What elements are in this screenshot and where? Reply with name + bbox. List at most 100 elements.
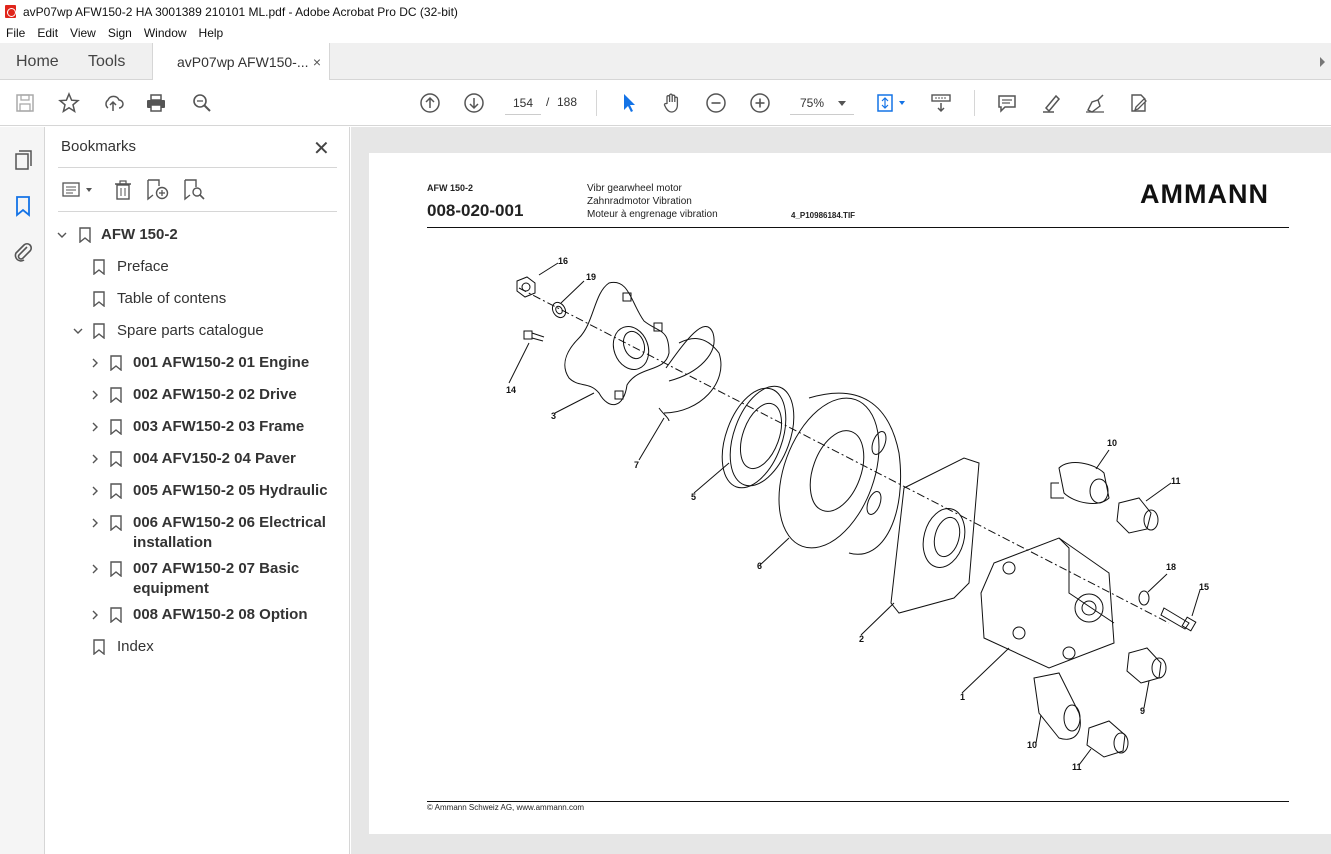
document-viewer[interactable]: AFW 150-2 008-020-001 Vibr gearwheel mot… [351, 127, 1331, 854]
callout-1: 1 [960, 692, 965, 702]
sign-icon[interactable] [1083, 91, 1107, 115]
edit-pdf-icon[interactable] [1126, 91, 1150, 115]
chevron-right-icon[interactable] [90, 486, 100, 496]
zoom-out-icon[interactable] [704, 91, 728, 115]
zoom-level-select[interactable]: 75% [790, 91, 854, 115]
bookmark-item-label: equipment [133, 580, 209, 597]
upload-icon[interactable] [101, 91, 125, 115]
bookmark-item-index[interactable]: Index [117, 637, 154, 657]
exploded-parts-drawing: 16 19 14 3 7 5 6 2 1 10 11 18 15 9 10 11 [506, 256, 1209, 772]
bookmark-flag-icon [110, 387, 122, 403]
menu-window[interactable]: Window [138, 26, 193, 40]
menu-file[interactable]: File [0, 26, 31, 40]
zoom-in-icon[interactable] [748, 91, 772, 115]
menu-sign[interactable]: Sign [102, 26, 138, 40]
menu-view[interactable]: View [64, 26, 102, 40]
bookmark-panel-icon[interactable] [11, 194, 35, 218]
bookmark-flag-icon [93, 323, 105, 339]
page-up-icon[interactable] [418, 91, 442, 115]
bookmark-item-spare-parts-catalogue[interactable]: Spare parts catalogue [117, 321, 264, 341]
chevron-down-icon[interactable] [57, 230, 67, 240]
save-icon[interactable] [13, 91, 37, 115]
bookmark-item-drive[interactable]: 002 AFW150-2 02 Drive [133, 385, 297, 405]
chevron-right-icon[interactable] [90, 518, 100, 528]
select-arrow-icon[interactable] [617, 91, 641, 115]
bookmark-item-afw150-2[interactable]: AFW 150-2 [101, 225, 178, 245]
bookmarks-title: Bookmarks [61, 138, 137, 155]
bookmark-item-label: 006 AFW150-2 06 Electrical [133, 514, 326, 531]
divider [58, 211, 337, 212]
bookmark-item-option[interactable]: 008 AFW150-2 08 Option [133, 605, 308, 625]
window-title: avP07wp AFW150-2 HA 3001389 210101 ML.pd… [23, 4, 458, 19]
tab-close-icon[interactable]: × [313, 54, 321, 70]
tab-bar: Home Tools avP07wp AFW150-... × [0, 43, 1331, 81]
bookmark-search-icon[interactable] [182, 177, 206, 203]
print-icon[interactable] [144, 91, 168, 115]
page-down-icon[interactable] [462, 91, 486, 115]
chevron-down-icon[interactable] [73, 326, 83, 336]
page-separator: / [546, 95, 550, 109]
delete-trash-icon[interactable] [112, 177, 134, 203]
tab-home[interactable]: Home [16, 43, 59, 80]
fit-page-icon[interactable] [874, 91, 910, 115]
bookmark-flag-icon [110, 483, 122, 499]
chevron-down-icon [838, 101, 846, 106]
tab-document[interactable]: avP07wp AFW150-... × [152, 43, 330, 81]
menu-bar: File Edit View Sign Window Help [0, 23, 1331, 43]
callout-11-top: 11 [1171, 476, 1181, 486]
chevron-right-icon[interactable] [90, 454, 100, 464]
acrobat-app-icon [5, 5, 16, 18]
chevron-right-icon[interactable] [90, 610, 100, 620]
attachment-paperclip-icon[interactable] [11, 240, 35, 264]
menu-edit[interactable]: Edit [31, 26, 64, 40]
bookmark-item-hydraulic[interactable]: 005 AFW150-2 05 Hydraulic [133, 481, 328, 501]
bookmark-flag-icon [110, 561, 122, 577]
current-page-input[interactable]: 154 [505, 91, 541, 115]
bookmark-item-engine[interactable]: 001 AFW150-2 01 Engine [133, 353, 309, 373]
bookmark-item-frame[interactable]: 003 AFW150-2 03 Frame [133, 417, 304, 437]
close-icon[interactable]: ✕ [313, 136, 330, 161]
bookmark-item-preface[interactable]: Preface [117, 257, 169, 277]
callout-6: 6 [757, 561, 762, 571]
bookmark-item-label: installation [133, 534, 213, 551]
hand-icon[interactable] [660, 91, 684, 115]
bookmark-item-basic-equipment[interactable]: 007 AFW150-2 07 Basic equipment [133, 559, 299, 599]
total-pages: 188 [557, 95, 578, 109]
chevron-right-icon[interactable] [90, 358, 100, 368]
menu-help[interactable]: Help [193, 26, 230, 40]
main-toolbar: 154 / 188 75% [0, 80, 1331, 126]
tab-scroll-right-icon[interactable] [1320, 57, 1325, 67]
chevron-right-icon[interactable] [90, 564, 100, 574]
tab-document-label: avP07wp AFW150-... [177, 54, 309, 70]
highlight-icon[interactable] [1039, 91, 1063, 115]
zoom-search-icon[interactable] [190, 91, 214, 115]
pages-thumbnail-icon[interactable] [11, 148, 35, 172]
callout-9: 9 [1140, 706, 1145, 716]
bookmark-flag-icon [79, 227, 91, 243]
bookmark-flag-icon [110, 515, 122, 531]
toolbar-divider [596, 90, 597, 116]
new-bookmark-icon[interactable] [145, 177, 169, 203]
scroll-mode-icon[interactable] [929, 91, 953, 115]
chevron-right-icon[interactable] [90, 422, 100, 432]
bookmark-options-button[interactable] [61, 177, 97, 203]
comment-icon[interactable] [995, 91, 1019, 115]
chevron-right-icon[interactable] [90, 390, 100, 400]
callout-14: 14 [506, 385, 516, 395]
bookmark-flag-icon [93, 291, 105, 307]
bookmark-item-electrical[interactable]: 006 AFW150-2 06 Electrical installation [133, 513, 326, 553]
bookmark-item-table-of-contents[interactable]: Table of contens [117, 289, 226, 309]
divider [58, 167, 337, 168]
callout-7: 7 [634, 460, 639, 470]
bookmark-flag-icon [110, 607, 122, 623]
bookmarks-panel: Bookmarks ✕ AFW 150-2 Preface Table of c… [45, 127, 350, 854]
footer-rule [427, 801, 1289, 802]
tab-tools[interactable]: Tools [88, 43, 125, 80]
callout-11-bottom: 11 [1072, 762, 1082, 772]
pdf-page: AFW 150-2 008-020-001 Vibr gearwheel mot… [369, 153, 1331, 834]
star-icon[interactable] [57, 91, 81, 115]
bookmark-flag-icon [93, 639, 105, 655]
title-bar: avP07wp AFW150-2 HA 3001389 210101 ML.pd… [0, 0, 1331, 23]
page-footer: © Ammann Schweiz AG, www.ammann.com [427, 803, 585, 812]
bookmark-item-paver[interactable]: 004 AFV150-2 04 Paver [133, 449, 296, 469]
